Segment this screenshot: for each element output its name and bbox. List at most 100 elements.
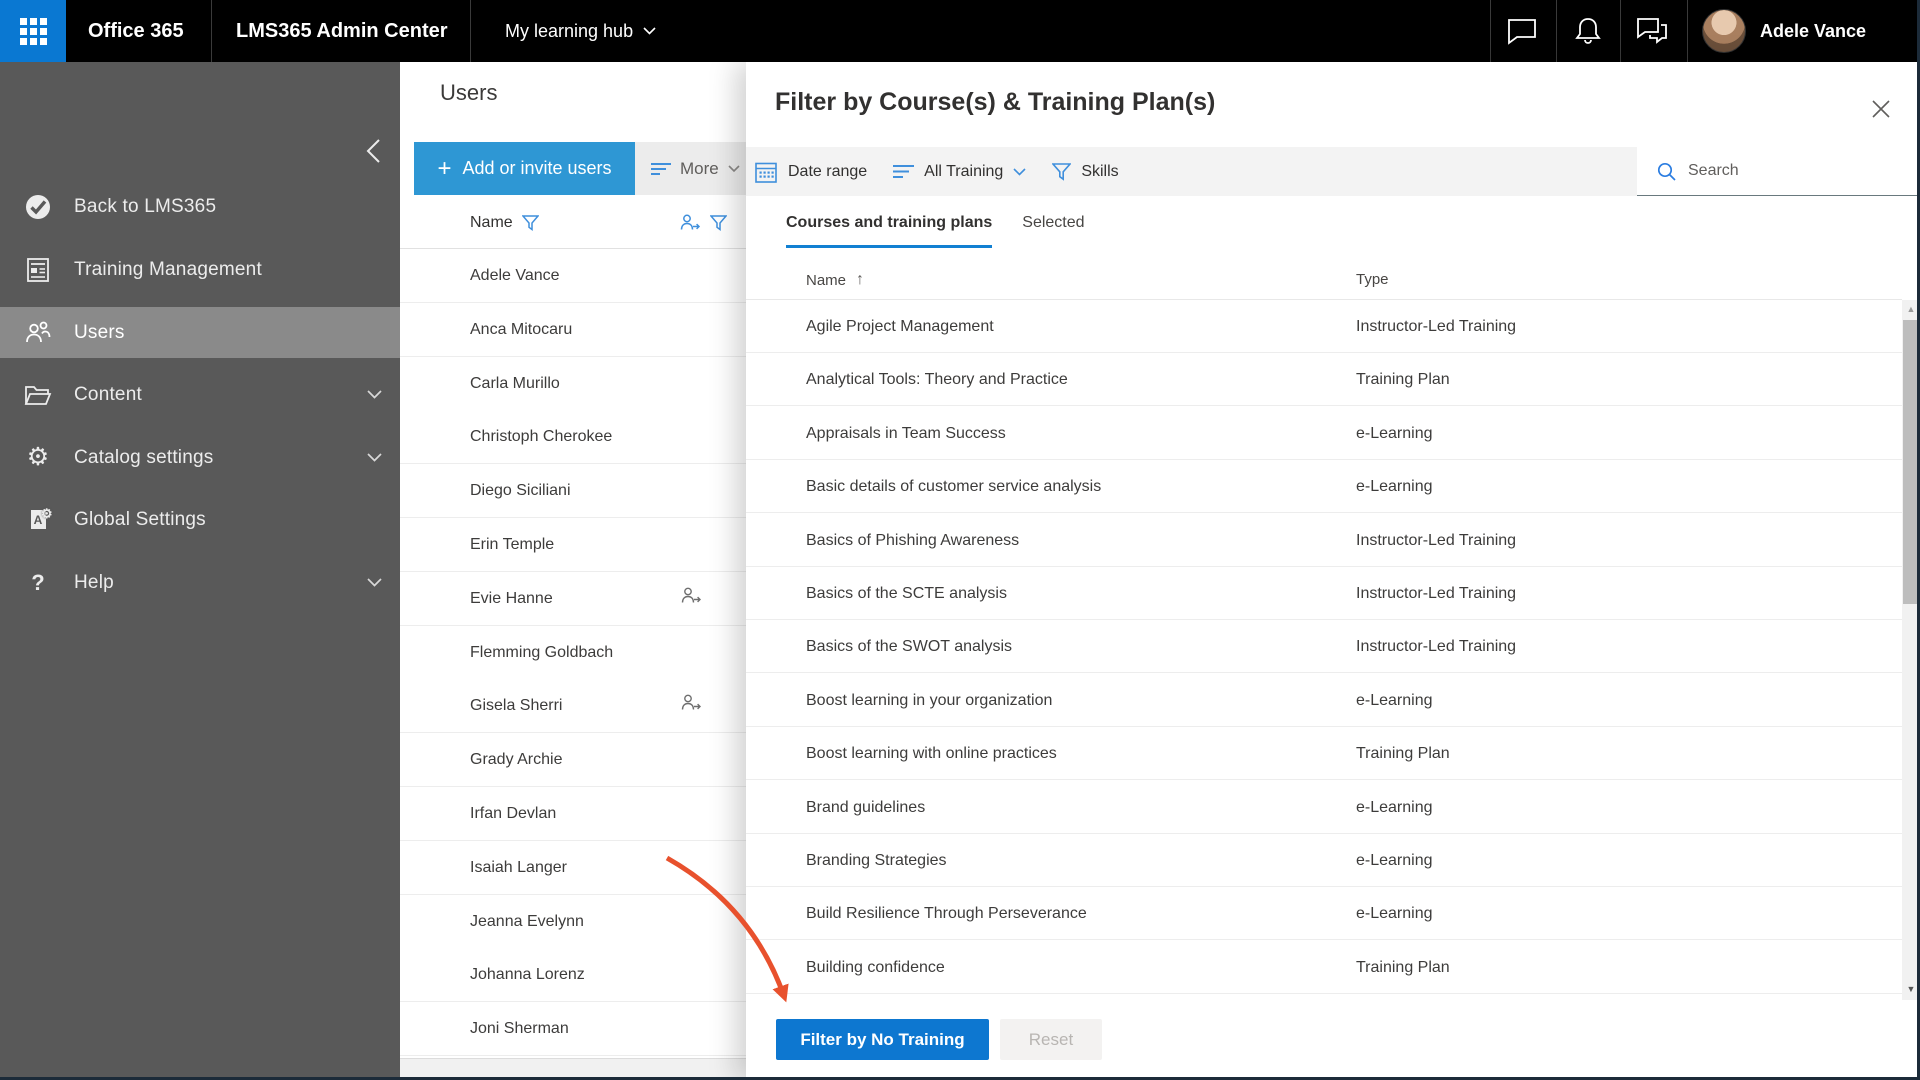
topbar-divider [1556, 0, 1557, 62]
notifications-button[interactable] [1560, 0, 1616, 62]
training-row[interactable]: Boost learning in your organization e-Lea… [746, 674, 1902, 727]
add-or-invite-users-button[interactable]: + Add or invite users [414, 142, 635, 195]
user-name: Carla Murillo [470, 357, 560, 411]
top-bar: Office 365 LMS365 Admin Center My learni… [0, 0, 1920, 62]
filter-funnel-icon [1052, 163, 1071, 181]
skills-filter-button[interactable]: Skills [1052, 163, 1118, 181]
app-launcher-button[interactable] [0, 0, 66, 62]
avatar[interactable] [1702, 9, 1746, 53]
date-range-button[interactable]: Date range [754, 160, 867, 184]
sidebar-item-catalog-settings[interactable]: ⚙ Catalog settings [0, 432, 400, 483]
office365-link[interactable]: Office 365 [88, 0, 184, 62]
tab-selected[interactable]: Selected [1022, 214, 1084, 248]
calendar-icon [754, 160, 778, 184]
sidebar-item-label: Content [74, 384, 142, 406]
training-row[interactable]: Basics of the SCTE analysisInstructor-Le… [746, 567, 1902, 620]
user-row[interactable]: Johanna Lorenz [400, 948, 746, 1002]
training-type: e-Learning [1356, 407, 1433, 460]
filter-by-no-training-button[interactable]: Filter by No Training [776, 1019, 989, 1060]
user-row[interactable]: Isaiah Langer [400, 841, 746, 895]
sidebar-item-training-management[interactable]: Training Management [0, 244, 400, 295]
user-row[interactable]: Flemming Goldbach [400, 626, 746, 680]
feedback-button[interactable] [1624, 0, 1680, 62]
training-type: Instructor-Led Training [1356, 567, 1516, 620]
topbar-divider [1687, 0, 1688, 62]
user-row[interactable]: Irfan Devlan [400, 787, 746, 841]
chat-button[interactable] [1494, 0, 1550, 62]
sidebar-item-global-settings[interactable]: A⚙ Global Settings [0, 494, 400, 545]
filter-by-training-panel: Filter by Course(s) & Training Plan(s) D… [746, 62, 1920, 1080]
training-row[interactable]: Basics of the SWOT analysisInstructor-Le… [746, 620, 1902, 673]
sidebar-item-help[interactable]: ? Help [0, 557, 400, 608]
tab-courses-and-training-plans[interactable]: Courses and training plans [786, 214, 992, 248]
user-name: Evie Hanne [470, 572, 553, 626]
invited-user-filter-icon[interactable] [680, 214, 701, 232]
training-name: Boost learning with online practices [806, 727, 1057, 780]
name-column-label: Name [806, 272, 846, 289]
filter-funnel-icon[interactable] [522, 215, 539, 231]
training-type: Instructor-Led Training [1356, 300, 1516, 353]
topbar-divider [211, 0, 212, 62]
user-row[interactable]: Christoph Cherokee [400, 410, 746, 464]
training-name: Boost learning in your organization [806, 674, 1052, 727]
user-row[interactable]: Joni Sherman [400, 1002, 746, 1056]
search-box[interactable] [1637, 147, 1920, 196]
training-row[interactable]: Brand guidelinese-Learning [746, 781, 1902, 834]
user-name: Gisela Sherri [470, 679, 562, 733]
reset-button[interactable]: Reset [1000, 1019, 1102, 1060]
training-type: e-Learning [1356, 674, 1433, 727]
training-row[interactable]: Basic details of customer service analys… [746, 460, 1902, 513]
training-management-icon [24, 257, 52, 283]
training-row[interactable]: Boost learning with online practicesTrai… [746, 727, 1902, 780]
name-column-header[interactable]: Name ↑ [806, 271, 864, 289]
invited-user-icon [681, 587, 702, 605]
user-row[interactable]: Adele Vance [400, 249, 746, 303]
filter-panel-title: Filter by Course(s) & Training Plan(s) [775, 88, 1215, 117]
sidebar-item-back-to-lms365[interactable]: Back to LMS365 [0, 181, 400, 232]
training-row[interactable]: Agile Project ManagementInstructor-Led T… [746, 300, 1902, 353]
sidebar-item-label: Global Settings [74, 509, 206, 531]
sidebar-nav: Back to LMS365 Training Management Users… [0, 62, 400, 1080]
training-row[interactable]: Basics of Phishing AwarenessInstructor-L… [746, 514, 1902, 567]
more-button-label: More [680, 159, 719, 179]
more-menu-button[interactable]: More [635, 142, 746, 195]
training-row[interactable]: Analytical Tools: Theory and PracticeTra… [746, 353, 1902, 406]
training-type-dropdown[interactable]: All Training [893, 163, 1026, 181]
user-row[interactable]: Grady Archie [400, 733, 746, 787]
sidebar-item-label: Users [74, 322, 125, 344]
user-row[interactable]: Anca Mitocaru [400, 303, 746, 357]
chevron-down-icon [367, 578, 382, 587]
user-row[interactable]: Carla Murillo [400, 357, 746, 411]
search-input[interactable] [1688, 162, 1888, 180]
user-row[interactable]: Jeanna Evelynn [400, 895, 746, 949]
user-row[interactable]: Evie Hanne [400, 572, 746, 626]
sidebar-item-content[interactable]: Content [0, 369, 400, 420]
current-user-name[interactable]: Adele Vance [1760, 0, 1866, 62]
training-row[interactable]: Build Resilience Through Perseverancee-L… [746, 887, 1902, 940]
user-name: Jeanna Evelynn [470, 895, 584, 949]
user-row[interactable]: Diego Siciliani [400, 464, 746, 518]
sidebar-collapse-button[interactable] [356, 134, 390, 168]
user-name: Joni Sherman [470, 1002, 569, 1056]
hub-menu-button[interactable]: My learning hub [505, 0, 656, 62]
training-row[interactable]: Appraisals in Team Successe-Learning [746, 407, 1902, 460]
close-panel-button[interactable] [1868, 96, 1894, 122]
filter-funnel-icon[interactable] [710, 215, 727, 231]
training-name: Analytical Tools: Theory and Practice [806, 353, 1068, 406]
training-name: Basics of the SWOT analysis [806, 620, 1012, 673]
training-type: e-Learning [1356, 781, 1433, 834]
training-row[interactable]: Branding Strategiese-Learning [746, 834, 1902, 887]
user-name: Irfan Devlan [470, 787, 556, 841]
sidebar-item-label: Training Management [74, 259, 262, 281]
chevron-down-icon [367, 390, 382, 399]
training-name: Basics of Phishing Awareness [806, 514, 1019, 567]
user-row[interactable]: Gisela Sherri [400, 679, 746, 733]
user-row[interactable]: Erin Temple [400, 518, 746, 572]
lms365-logo-icon [24, 194, 52, 220]
type-column-header[interactable]: Type [1356, 271, 1389, 288]
lms365-admin-window: Office 365 LMS365 Admin Center My learni… [0, 0, 1920, 1080]
sidebar-item-users[interactable]: Users [0, 307, 400, 358]
training-row[interactable]: Building confidenceTraining Plan [746, 941, 1902, 994]
user-name: Isaiah Langer [470, 841, 567, 895]
horizontal-scrollbar[interactable] [400, 1058, 746, 1077]
